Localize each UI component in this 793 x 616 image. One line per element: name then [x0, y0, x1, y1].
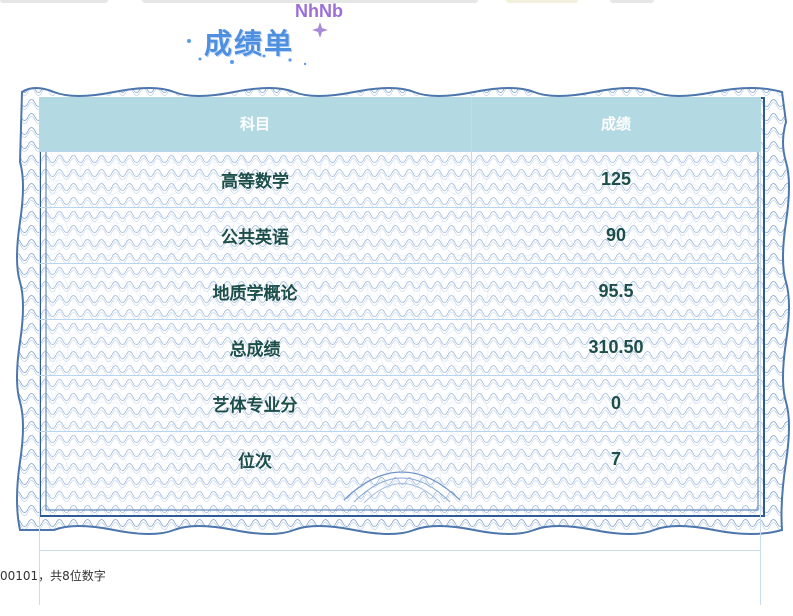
subject-cell: 地质学概论: [39, 262, 471, 319]
column-header-subject: 科目: [39, 97, 471, 151]
score-cell: 95.5: [471, 262, 761, 319]
table-row: 公共英语 90: [39, 206, 761, 263]
column-header-score: 成绩: [471, 97, 761, 151]
table-row: 地质学概论 95.5: [39, 262, 761, 319]
toolbar-tab-3[interactable]: [506, 0, 578, 3]
table-row: 总成绩 310.50: [39, 318, 761, 375]
table-row: 高等数学 125: [39, 150, 761, 207]
subject-cell: 高等数学: [39, 150, 471, 207]
footer-hint-text: 00101，共8位数字: [0, 569, 106, 583]
score-table-container: 科目 成绩 高等数学 125 公共英语 90 地质学概论 95.5 总成绩 31…: [39, 97, 761, 605]
subject-cell: 公共英语: [39, 206, 471, 263]
table-right-edge: [760, 151, 761, 605]
table-left-edge: [39, 151, 40, 605]
table-row: 位次 7: [39, 430, 761, 487]
page-title: 成绩单: [204, 27, 295, 60]
brand-mark: NhNb: [295, 1, 343, 21]
toolbar-tab-1[interactable]: [0, 0, 108, 3]
table-header-row: 科目 成绩: [39, 97, 761, 151]
score-cell: 125: [471, 150, 761, 207]
top-toolbar-strip: [0, 0, 793, 4]
score-cell: 7: [471, 430, 761, 487]
column-divider: [471, 97, 472, 497]
subject-cell: 艺体专业分: [39, 374, 471, 431]
header-logo: 成绩单 NhNb: [180, 1, 360, 68]
score-cell: 0: [471, 374, 761, 431]
toolbar-tab-4[interactable]: [610, 0, 654, 3]
table-row: 艺体专业分 0: [39, 374, 761, 431]
subject-cell: 位次: [39, 430, 471, 487]
table-bottom-edge: [39, 550, 761, 551]
score-table: 科目 成绩 高等数学 125 公共英语 90 地质学概论 95.5 总成绩 31…: [39, 97, 761, 487]
score-cell: 310.50: [471, 318, 761, 375]
subject-cell: 总成绩: [39, 318, 471, 375]
score-cell: 90: [471, 206, 761, 263]
